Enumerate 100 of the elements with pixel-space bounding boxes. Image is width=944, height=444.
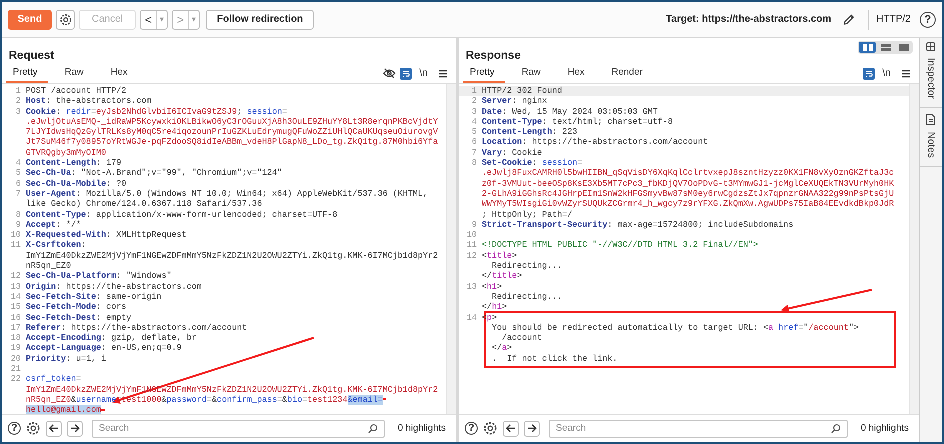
search-field[interactable]: Search xyxy=(92,420,385,438)
target-label: Target: https://the-abstractors.com xyxy=(666,14,832,25)
help-button[interactable]: ? xyxy=(8,422,21,435)
previous-button[interactable] xyxy=(503,420,519,436)
code-line: .eJwljOtuAsEMQ-_idRaWP5KcywxkiOKLBikwO6yC3rOGuuXjA8h3OuLE9ZHuYY8Lt3R8erqnPKBcVjdtY xyxy=(26,116,438,128)
wrap-lines-icon[interactable] xyxy=(862,68,875,80)
line-number: 12 xyxy=(466,250,478,262)
eye-slash-icon[interactable] xyxy=(382,68,396,79)
code-line: You should be redirected automatically to target URL: <a href="/account"> xyxy=(491,322,859,334)
code-line: like Gecko) Chrome/124.0.6367.118 Safari/537.36 xyxy=(26,199,262,210)
rows-icon[interactable] xyxy=(880,44,890,51)
code-line: Accept-Language: en-US,en;q=0.9 xyxy=(26,343,182,354)
wrap-lines-icon[interactable] xyxy=(400,68,412,80)
editor-tab[interactable]: Pretty xyxy=(6,64,48,83)
settings-icon[interactable] xyxy=(26,421,41,436)
line-number: 4 xyxy=(14,158,22,168)
line-number: 9 xyxy=(14,220,22,230)
code-line: HTTP/2 302 Found xyxy=(482,86,562,96)
menu-icon[interactable] xyxy=(438,68,448,78)
code-line: 2-GLhA9iGGhsRc4JGHrpEIm1SnW2kHFGSmyvBw87sM0ey6rwCgdzsZtJx7qpnzrGNAA322g99nPsPtsGjU xyxy=(482,188,894,200)
code-line: User-Agent: Mozilla/5.0 (Windows NT 10.0; Win64; x64) AppleWebKit/537.36 (KHTML, xyxy=(26,188,428,200)
line-number: 8 xyxy=(14,210,22,220)
line-number: 13 xyxy=(10,282,22,292)
code-line: . If not click the link. xyxy=(491,354,618,364)
next-button[interactable] xyxy=(524,420,540,436)
code-line: Date: Wed, 15 May 2024 03:05:03 GMT xyxy=(482,106,658,117)
editor-tab[interactable]: Raw xyxy=(58,64,94,83)
line-number: 14 xyxy=(10,292,22,302)
arrow-left-icon xyxy=(49,424,59,433)
newline-toggle[interactable]: \n xyxy=(882,68,891,79)
code-line: 7LJYIdwsHqQzGylTRLKs8yM0qC5re4iqozounPrIuGZKLuEdrymugQFuWoZZiUHlQCaUKUqseuOiurovgV xyxy=(26,127,438,138)
code-line: <h1> xyxy=(482,282,502,292)
code-line: Content-Type: text/html; charset=utf-8 xyxy=(482,116,673,128)
menu-icon[interactable] xyxy=(901,68,911,78)
line-number: 22 xyxy=(10,374,22,385)
arrow-right-icon xyxy=(527,424,537,433)
code-line: </title> xyxy=(482,271,522,282)
code-line: </h1> xyxy=(482,302,508,313)
line-number: 15 xyxy=(10,302,22,313)
line-number: 5 xyxy=(14,168,22,179)
edit-icon[interactable] xyxy=(842,12,856,26)
settings-button[interactable] xyxy=(56,10,75,30)
layout-toggle[interactable] xyxy=(858,41,913,54)
next-button[interactable] xyxy=(67,420,83,436)
line-number: 7 xyxy=(470,148,478,158)
line-number: 2 xyxy=(470,96,478,107)
editor-tab[interactable]: Hex xyxy=(104,64,138,83)
code-line: /account xyxy=(502,333,542,344)
line-number: 5 xyxy=(470,127,478,138)
protocol-label: HTTP/2 xyxy=(876,14,911,25)
line-number: 11 xyxy=(10,240,22,251)
inspector-icon[interactable] xyxy=(926,42,936,52)
back-button[interactable]: < xyxy=(141,10,156,28)
code-line: <!DOCTYPE HTML PUBLIC "-//W3C//DTD HTML 3.2 Final//EN"> xyxy=(482,240,758,251)
code-line: Jt7SuM46f7y08957oYRtWGJe-pqFZdooSQ8idIeABBm_vdeH8PlGapN8_LDo_tg.ZkQ1tg.87M0hbi6Yfa xyxy=(26,137,438,148)
help-button[interactable]: ? xyxy=(920,12,936,28)
code-line: Content-Type: application/x-www-form-urlencoded; charset=UTF-8 xyxy=(26,210,338,220)
line-number: 6 xyxy=(470,137,478,148)
follow-redirection-button[interactable]: Follow redirection xyxy=(206,10,314,30)
single-view-icon[interactable] xyxy=(898,44,908,51)
editor-tab[interactable]: Render xyxy=(604,64,653,83)
pane-title: Response xyxy=(466,50,521,62)
line-number: 2 xyxy=(14,96,22,107)
line-number: 10 xyxy=(466,230,478,240)
inspector-tab[interactable]: Inspector xyxy=(926,58,936,100)
editor-tab[interactable]: Raw xyxy=(514,64,551,83)
code-line: Redirecting... xyxy=(491,292,562,302)
line-number: 8 xyxy=(470,158,478,168)
newline-toggle[interactable]: \n xyxy=(420,68,428,79)
code-line: z0f-3VMUut-beeOSp8KsE3Xb5MT7cPc3_fbKDjQV7OoPDvG-t3MYmwGJ1-jcMglCeXUQEkTN3VUrMyh0HK xyxy=(482,178,894,189)
scrollbar-track[interactable] xyxy=(446,84,456,414)
line-number: 4 xyxy=(470,116,478,128)
arrow-left-icon xyxy=(506,424,516,433)
code-line: Content-Length: 179 xyxy=(26,158,122,168)
settings-icon[interactable] xyxy=(483,421,498,436)
line-number: 6 xyxy=(14,178,22,189)
code-line: </a> xyxy=(491,343,512,354)
line-number: 1 xyxy=(14,86,22,96)
help-button[interactable]: ? xyxy=(465,422,478,435)
scrollbar-track[interactable] xyxy=(909,84,919,414)
code-line: Accept-Encoding: gzip, deflate, br xyxy=(26,333,197,344)
line-number: 14 xyxy=(466,312,478,323)
notes-tab[interactable]: Notes xyxy=(926,132,936,158)
editor-tab[interactable]: Pretty xyxy=(463,64,505,83)
previous-button[interactable] xyxy=(46,420,62,436)
code-line: Sec-Fetch-Dest: empty xyxy=(26,312,132,323)
code-line: .eJwlj8FuxCAMRH0l5bwHIIBN_qSqVisDY6XqKqlCclrtvxepJ8szntHzyzz0KX1FN8vXyOznGKZftaJ3c xyxy=(482,168,894,179)
line-number: 7 xyxy=(14,188,22,200)
settings-icon xyxy=(58,12,72,26)
code-line: nR5qn_EZ0 xyxy=(26,261,72,272)
columns-icon[interactable] xyxy=(862,44,872,51)
editor-tab[interactable]: Hex xyxy=(560,64,595,83)
line-number: 13 xyxy=(466,282,478,292)
pane-title: Request xyxy=(9,50,54,62)
line-number: 9 xyxy=(470,220,478,230)
code-line: Host: the-abstractors.com xyxy=(26,96,152,107)
search-field[interactable]: Search xyxy=(549,420,848,438)
document-icon[interactable] xyxy=(926,114,936,126)
code-line: Server: nginx xyxy=(482,96,548,107)
code-line: Sec-Fetch-Site: same-origin xyxy=(26,292,162,302)
